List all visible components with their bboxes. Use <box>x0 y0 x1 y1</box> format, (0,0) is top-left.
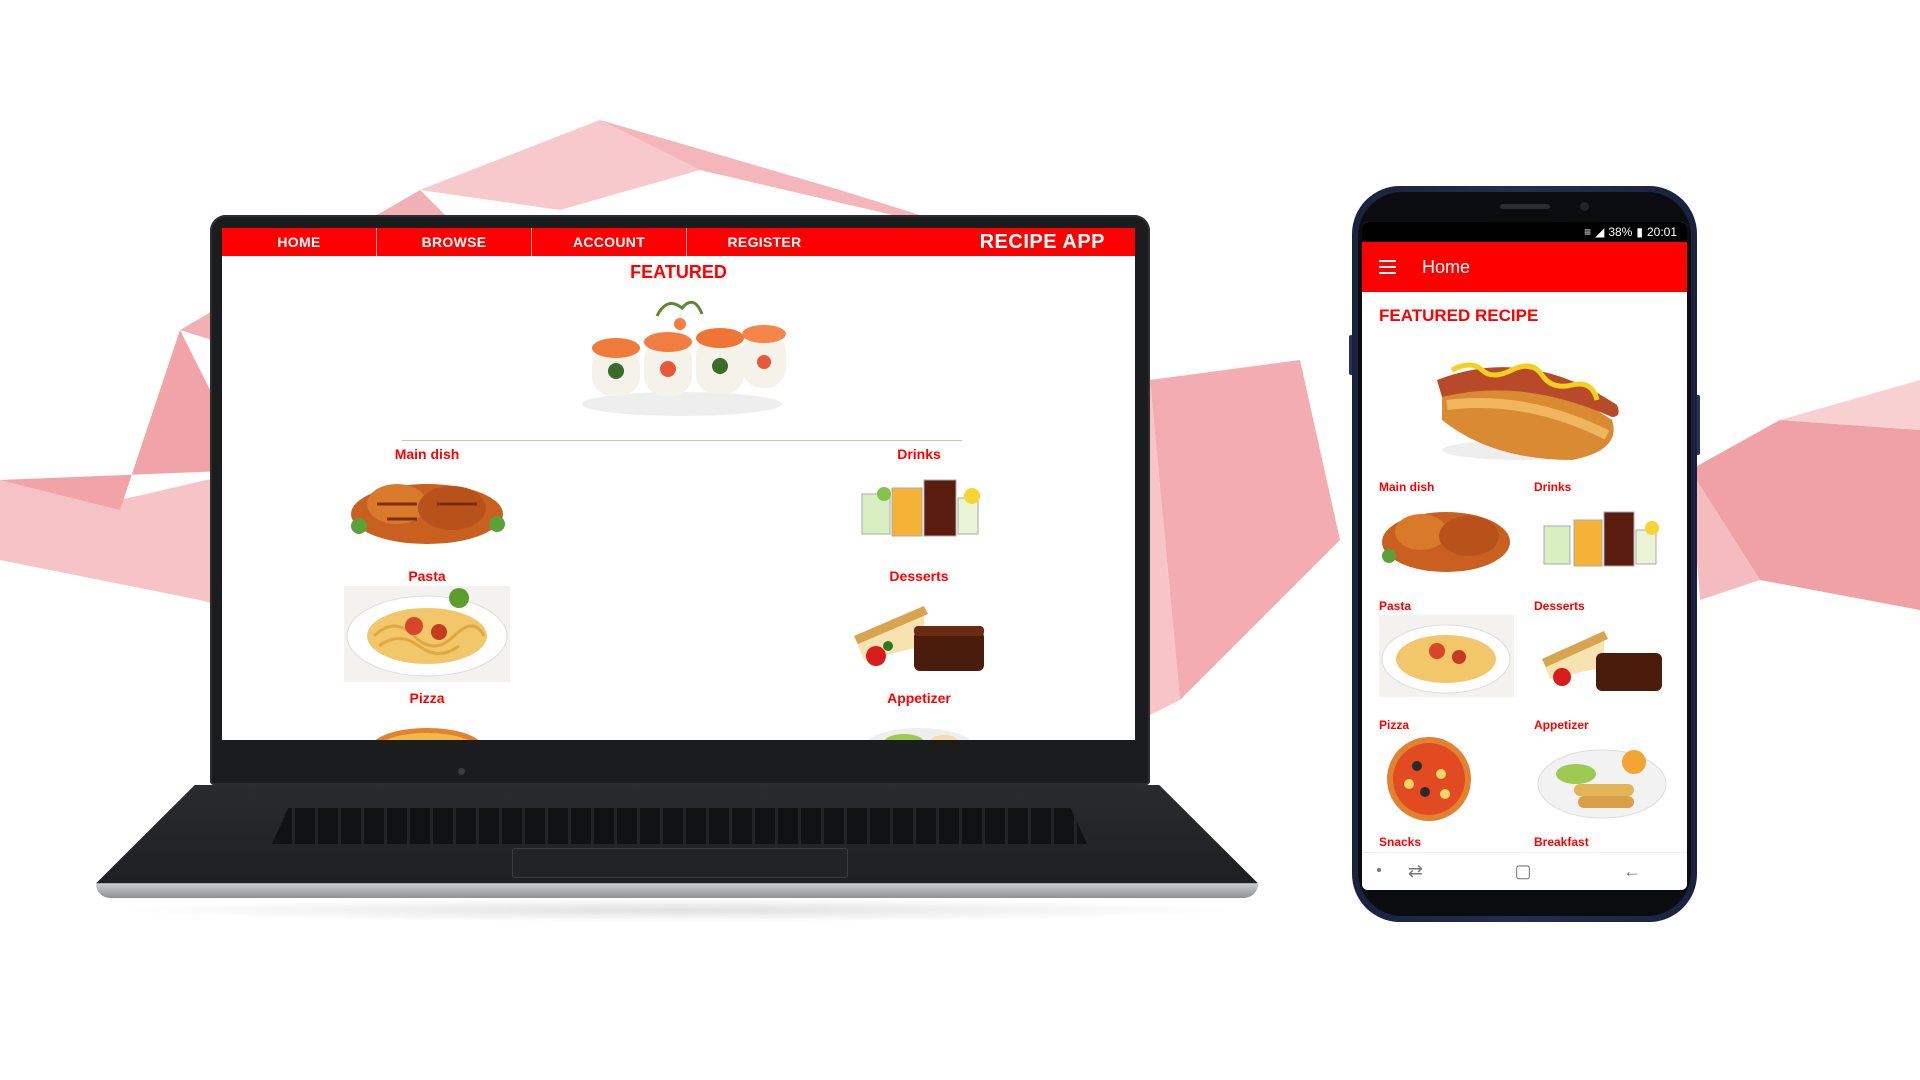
appetizer-image-cropped <box>867 728 971 740</box>
signal-icon: ◢ <box>1595 225 1605 239</box>
featured-sushi-image[interactable] <box>562 286 802 426</box>
category-pasta[interactable]: Pasta <box>332 568 522 682</box>
laptop-keyboard <box>272 808 1087 844</box>
desserts-image <box>854 606 984 671</box>
recent-apps-icon[interactable]: ⇄ <box>1408 861 1423 882</box>
category-label: Snacks <box>1379 835 1422 849</box>
featured-divider <box>402 440 962 441</box>
m-category-snacks[interactable]: Snacks <box>1362 835 1512 851</box>
category-label: Breakfast <box>1534 835 1589 849</box>
category-label: Pasta <box>408 568 446 584</box>
status-time: 20:01 <box>1646 225 1677 239</box>
category-drinks[interactable]: Drinks <box>824 446 1014 548</box>
website-screen: HOME BROWSE ACCOUNT REGISTER RECIPE APP … <box>222 228 1135 740</box>
category-label: Pizza <box>1379 718 1410 732</box>
nav-account[interactable]: ACCOUNT <box>532 228 687 256</box>
pasta-image <box>344 586 510 682</box>
desserts-image <box>1542 631 1662 691</box>
category-label: Drinks <box>1534 480 1572 494</box>
featured-heading: FEATURED <box>630 262 727 282</box>
m-category-appetizer[interactable]: Appetizer <box>1517 718 1667 824</box>
battery-icon: ▮ <box>1636 225 1643 239</box>
category-label: Pasta <box>1379 599 1412 613</box>
main-dish-image <box>351 484 505 544</box>
category-label: Main dish <box>1379 480 1435 494</box>
category-label: Desserts <box>889 568 949 584</box>
home-icon[interactable]: ▢ <box>1515 861 1532 882</box>
nav-register[interactable]: REGISTER <box>687 228 842 256</box>
category-label: Appetizer <box>1534 718 1589 732</box>
battery-percent: 38% <box>1608 225 1633 239</box>
laptop-front-lip <box>96 884 1258 898</box>
nav-home[interactable]: HOME <box>222 228 377 256</box>
mobile-app-screen: ≡ ◢ 38% ▮ 20:01 Home FEATURED RECIPE Mai… <box>1362 222 1687 890</box>
nav-dot-indicator <box>1377 868 1381 872</box>
wifi-icon: ≡ <box>1584 225 1592 239</box>
phone-front-camera <box>1580 202 1589 211</box>
category-pizza[interactable]: Pizza <box>332 690 522 740</box>
phone-speaker <box>1500 204 1550 209</box>
main-dish-image <box>1382 512 1510 572</box>
pasta-image <box>1379 615 1514 697</box>
laptop-camera <box>458 768 465 775</box>
featured-hotdog-image[interactable] <box>1422 330 1627 470</box>
app-bar: Home <box>1362 242 1687 292</box>
featured-recipe-heading: FEATURED RECIPE <box>1379 306 1539 325</box>
m-category-main-dish[interactable]: Main dish <box>1362 480 1512 578</box>
category-label: Drinks <box>897 446 941 462</box>
category-label: Pizza <box>409 690 445 706</box>
category-desserts[interactable]: Desserts <box>824 568 1014 682</box>
category-label: Appetizer <box>887 690 951 706</box>
category-appetizer[interactable]: Appetizer <box>824 690 1014 740</box>
m-category-drinks[interactable]: Drinks <box>1517 480 1667 578</box>
category-label: Desserts <box>1534 599 1585 613</box>
status-bar: ≡ ◢ 38% ▮ 20:01 <box>1362 222 1687 242</box>
laptop-trackpad <box>512 848 848 878</box>
site-brand[interactable]: RECIPE APP <box>980 231 1105 254</box>
back-arrow-icon[interactable]: ← <box>1623 861 1641 882</box>
category-main-dish[interactable]: Main dish <box>332 446 522 548</box>
m-category-pizza[interactable]: Pizza <box>1362 718 1512 824</box>
appetizer-image <box>1537 749 1667 819</box>
pizza-image-cropped <box>375 728 479 740</box>
m-category-pasta[interactable]: Pasta <box>1362 599 1514 697</box>
hamburger-menu-icon[interactable] <box>1362 242 1412 292</box>
m-category-desserts[interactable]: Desserts <box>1517 599 1667 697</box>
app-bar-title: Home <box>1422 256 1471 277</box>
drinks-image <box>861 479 980 537</box>
laptop-shadow <box>110 898 1244 922</box>
category-label: Main dish <box>394 446 460 462</box>
pizza-image <box>1387 737 1471 821</box>
website-nav: HOME BROWSE ACCOUNT REGISTER RECIPE APP <box>222 228 1135 256</box>
drinks-image <box>1543 511 1659 567</box>
m-category-breakfast[interactable]: Breakfast <box>1517 835 1667 851</box>
android-nav-bar: ⇄ ▢ ← <box>1362 852 1687 890</box>
nav-browse[interactable]: BROWSE <box>377 228 532 256</box>
showcase-stage: HOME BROWSE ACCOUNT REGISTER RECIPE APP … <box>0 0 1920 1080</box>
